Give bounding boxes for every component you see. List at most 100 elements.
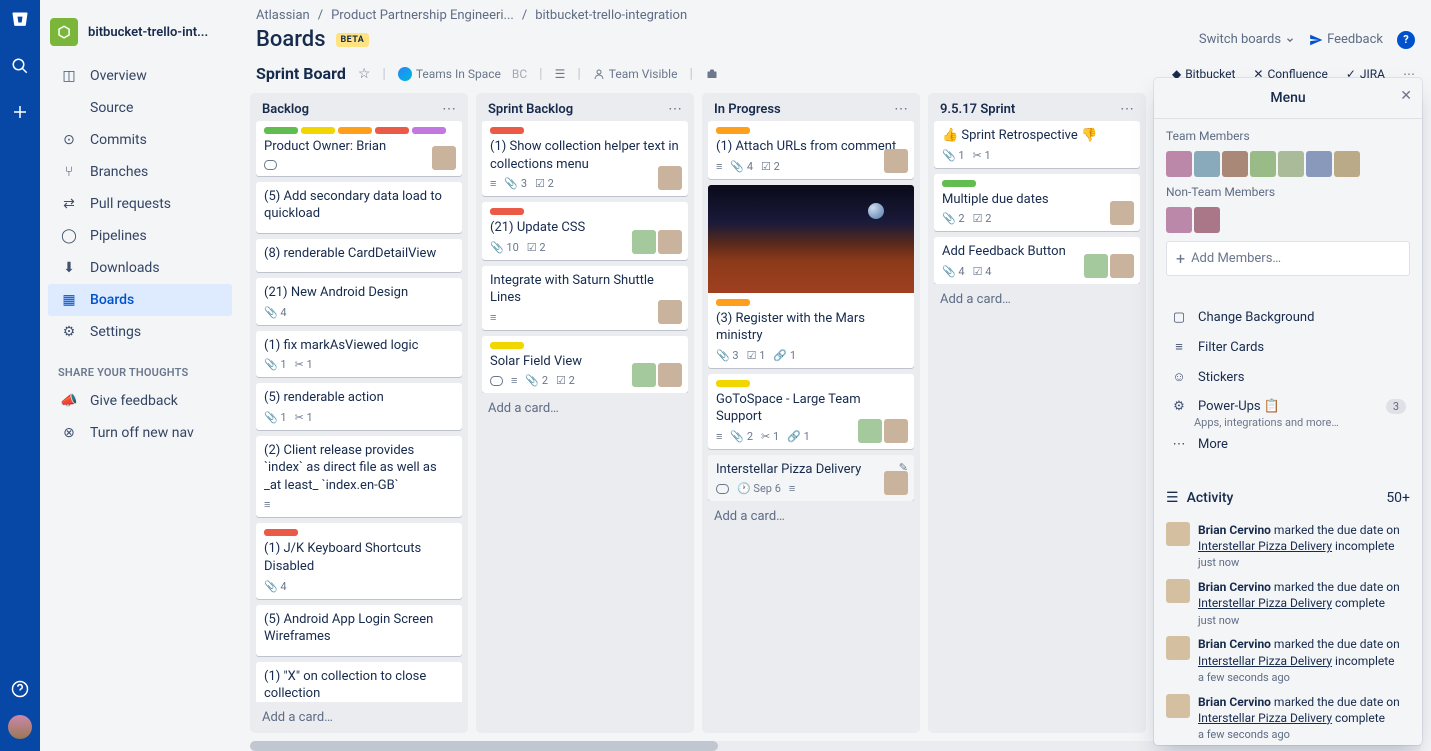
card[interactable]: Integrate with Saturn Shuttle Lines≡	[482, 266, 688, 330]
sidebar-item-branches[interactable]: ⑂Branches	[48, 156, 232, 188]
avatar[interactable]	[1306, 151, 1332, 177]
switch-boards[interactable]: Switch boards	[1199, 32, 1295, 47]
help-circle-icon[interactable]: ?	[1397, 31, 1415, 49]
add-icon[interactable]	[8, 100, 32, 124]
activity-target-link[interactable]: Interstellar Pizza Delivery	[1198, 711, 1332, 725]
feedback-link[interactable]: Feedback	[1309, 32, 1383, 47]
activity-avatar[interactable]	[1166, 636, 1190, 660]
card[interactable]: (21) Update CSS📎 10☑ 2	[482, 202, 688, 260]
sidebar-item-pipelines[interactable]: ◯Pipelines	[48, 220, 232, 252]
card[interactable]: Product Owner: Brian	[256, 121, 462, 176]
avatar[interactable]	[1194, 151, 1220, 177]
card[interactable]: GoToSpace - Large Team Support≡📎 2✂ 1🔗 1	[708, 374, 914, 449]
sidebar-item-boards[interactable]: ▦Boards	[48, 284, 232, 316]
card[interactable]: (1) J/K Keyboard Shortcuts Disabled📎 4	[256, 523, 462, 598]
card[interactable]: (8) renderable CardDetailView	[256, 239, 462, 273]
card[interactable]: (5) renderable action📎 1✂ 1	[256, 383, 462, 430]
column-title[interactable]: Backlog	[262, 102, 309, 117]
avatar[interactable]	[1250, 151, 1276, 177]
card-member-avatar[interactable]	[1084, 254, 1108, 278]
avatar[interactable]	[1194, 207, 1220, 233]
project-header[interactable]: ⬡ bitbucket-trello-int...	[40, 10, 240, 60]
avatar[interactable]	[1166, 207, 1192, 233]
menu-item-stickers[interactable]: ☺Stickers	[1166, 363, 1410, 391]
sidebar-item-overview[interactable]: ◫Overview	[48, 60, 232, 92]
column-menu-icon[interactable]: ⋯	[1120, 101, 1134, 117]
bitbucket-logo-icon[interactable]	[8, 8, 32, 32]
sidebar-item-pull-requests[interactable]: ⇄Pull requests	[48, 188, 232, 220]
visibility[interactable]: Team Visible	[593, 67, 678, 81]
add-card[interactable]: Add a card…	[476, 393, 694, 424]
card[interactable]: (1) "X" on collection to close collectio…	[256, 662, 462, 702]
team-label[interactable]: Teams In Space BC	[398, 67, 527, 81]
card[interactable]: (1) Show collection helper text in colle…	[482, 121, 688, 196]
card[interactable]: (21) New Android Design📎 4	[256, 278, 462, 325]
briefcase-icon[interactable]	[705, 68, 719, 80]
card-member-avatar[interactable]	[632, 363, 656, 387]
card[interactable]: 👍 Sprint Retrospective 👎📎 1✂ 1	[934, 121, 1140, 168]
card-member-avatar[interactable]	[658, 300, 682, 324]
column-menu-icon[interactable]: ⋯	[442, 101, 456, 117]
card[interactable]: (1) Attach URLs from comment≡📎 4☑ 2	[708, 121, 914, 179]
card-member-avatar[interactable]	[1110, 201, 1134, 225]
card[interactable]: (2) Client release provides `index` as d…	[256, 436, 462, 518]
activity-target-link[interactable]: Interstellar Pizza Delivery	[1198, 596, 1332, 610]
column-menu-icon[interactable]: ⋯	[894, 101, 908, 117]
card-member-avatar[interactable]	[884, 149, 908, 173]
card[interactable]: Solar Field View≡📎 2☑ 2	[482, 336, 688, 394]
column-title[interactable]: Sprint Backlog	[488, 102, 573, 117]
menu-item-change-background[interactable]: ▢Change Background	[1166, 304, 1410, 331]
search-icon[interactable]	[8, 54, 32, 78]
activity-avatar[interactable]	[1166, 579, 1190, 603]
column-title[interactable]: In Progress	[714, 102, 781, 117]
card-member-avatar[interactable]	[658, 363, 682, 387]
card-member-avatar[interactable]	[658, 230, 682, 254]
card-member-avatar[interactable]	[432, 146, 456, 170]
list-view-icon[interactable]: ☰	[555, 67, 566, 81]
card-member-avatar[interactable]	[884, 419, 908, 443]
card-member-avatar[interactable]	[632, 230, 656, 254]
activity-avatar[interactable]	[1166, 694, 1190, 718]
card[interactable]: Interstellar Pizza Delivery🕐 Sep 6≡✎	[708, 455, 914, 502]
add-card[interactable]: Add a card…	[702, 501, 920, 532]
avatar[interactable]	[1278, 151, 1304, 177]
avatar[interactable]	[1166, 151, 1192, 177]
crumb-2[interactable]: bitbucket-trello-integration	[535, 8, 687, 23]
menu-item-filter-cards[interactable]: ≡Filter Cards	[1166, 333, 1410, 361]
user-avatar[interactable]	[8, 715, 32, 739]
sidebar-item-downloads[interactable]: ⬇Downloads	[48, 252, 232, 284]
close-icon[interactable]: ✕	[1400, 88, 1412, 104]
activity-target-link[interactable]: Interstellar Pizza Delivery	[1198, 539, 1332, 553]
add-card[interactable]: Add a card…	[928, 284, 1146, 315]
column-menu-icon[interactable]: ⋯	[668, 101, 682, 117]
card-member-avatar[interactable]	[858, 419, 882, 443]
card-member-avatar[interactable]	[658, 166, 682, 190]
activity-avatar[interactable]	[1166, 522, 1190, 546]
board-name[interactable]: Sprint Board	[256, 64, 346, 83]
sidebar-item-source[interactable]: Source	[48, 92, 232, 124]
help-icon[interactable]	[8, 677, 32, 701]
sidebar-item-settings[interactable]: ⚙Settings	[48, 316, 232, 348]
sidebar-item-turn-off-new-nav[interactable]: ⊗Turn off new nav	[48, 417, 232, 449]
card[interactable]: (1) fix markAsViewed logic📎 1✂ 1	[256, 331, 462, 378]
avatar[interactable]	[1222, 151, 1248, 177]
edit-icon[interactable]: ✎	[899, 461, 908, 474]
card[interactable]: (3) Register with the Mars ministry📎 3☑ …	[708, 185, 914, 368]
card[interactable]: Add Feedback Button📎 4☑ 4	[934, 237, 1140, 284]
card[interactable]: Multiple due dates📎 2☑ 2	[934, 174, 1140, 232]
add-card[interactable]: Add a card…	[250, 702, 468, 733]
card[interactable]: (5) Android App Login Screen Wireframes	[256, 605, 462, 656]
activity-target-link[interactable]: Interstellar Pizza Delivery	[1198, 654, 1332, 668]
card-member-avatar[interactable]	[1110, 254, 1134, 278]
card-member-avatar[interactable]	[884, 471, 908, 495]
crumb-1[interactable]: Product Partnership Engineeri...	[331, 8, 514, 23]
column-title[interactable]: 9.5.17 Sprint	[940, 102, 1015, 117]
sidebar-item-commits[interactable]: ⊙Commits	[48, 124, 232, 156]
sidebar-item-give-feedback[interactable]: 📣Give feedback	[48, 385, 232, 417]
card[interactable]: (5) Add secondary data load to quickload	[256, 182, 462, 233]
crumb-0[interactable]: Atlassian	[256, 8, 310, 23]
star-icon[interactable]: ☆	[358, 66, 371, 82]
add-members-button[interactable]: +Add Members…	[1166, 241, 1410, 276]
avatar[interactable]	[1334, 151, 1360, 177]
menu-item-more[interactable]: ⋯More	[1166, 431, 1410, 458]
